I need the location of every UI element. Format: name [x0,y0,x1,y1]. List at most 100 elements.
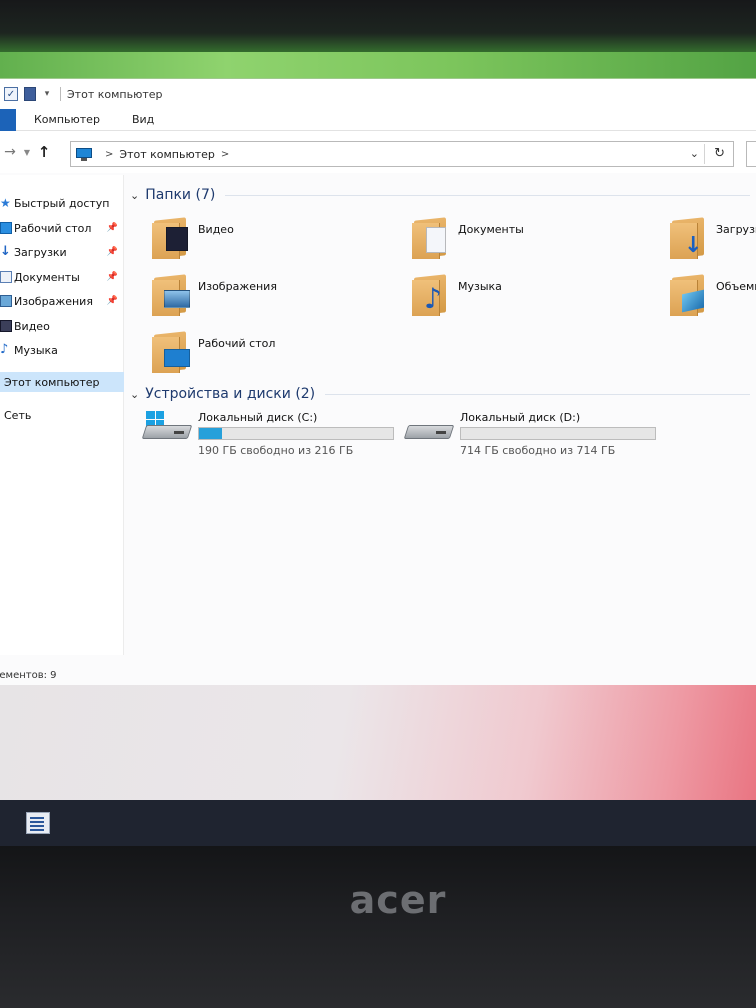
hard-drive-icon [403,411,456,451]
folder-label: Музыка [458,280,502,293]
ribbon-tabs: Компьютер Вид [0,108,756,131]
address-bar[interactable]: > Этот компьютер > ⌄ ↻ [70,141,734,167]
3d-objects-folder-icon [670,272,710,316]
sidebar-item-desktop[interactable]: Рабочий стол 📌 [0,218,124,238]
section-title: Устройства и диски (2) [145,386,316,402]
folder-label: Документы [458,223,524,236]
video-icon [0,320,12,332]
drive-c[interactable]: Локальный диск (C:) 190 ГБ свободно из 2… [141,411,394,461]
taskbar [0,800,756,846]
section-title: Папки (7) [145,187,216,203]
document-icon [0,271,12,283]
computer-icon [75,147,93,161]
drive-usage-fill [199,428,223,439]
screen-bezel-bottom [0,846,756,1008]
drives-section-header[interactable]: ⌄ Устройства и диски (2) [130,384,750,404]
sidebar-item-videos[interactable]: Видео [0,316,124,336]
sidebar-item-label: Документы [14,270,80,284]
sidebar-item-documents[interactable]: Документы 📌 [0,267,124,287]
address-divider [704,144,705,164]
sidebar-item-label: Этот компьютер [4,375,100,389]
music-icon: ♪ [0,342,9,357]
status-bar: Элементов: 9 [0,665,756,685]
desktop-icon [0,222,12,234]
drive-free-space: 714 ГБ свободно из 714 ГБ [460,444,616,457]
window-title: Этот компьютер [67,87,163,101]
sidebar-item-label: Быстрый доступ [14,196,110,210]
sidebar-item-label: Музыка [14,343,58,357]
pin-icon[interactable]: 📌 [107,272,118,282]
folder-videos[interactable]: Видео [152,215,402,265]
drive-usage-bar [198,427,394,440]
forward-arrow-icon[interactable]: → [0,144,20,160]
recent-locations-chevron-icon[interactable]: ▼ [20,148,34,157]
music-folder-icon: ♪ [412,272,452,316]
tab-view[interactable]: Вид [114,113,168,126]
download-icon: ↓ [0,244,11,259]
sidebar-item-label: Сеть [4,408,32,422]
breadcrumb-chevron-icon[interactable]: > [105,149,113,160]
folder-label: Загрузки [716,223,756,236]
item-count: Элементов: 9 [0,669,57,681]
navigation-bar: → ▼ ↑ > Этот компьютер > ⌄ ↻ [0,131,756,173]
laptop-brand-logo: acer [349,878,447,922]
sidebar-item-this-pc[interactable]: Этот компьютер [0,372,124,392]
folder-pictures[interactable]: Изображения [152,272,402,322]
breadcrumb-this-pc[interactable]: Этот компьютер [119,148,215,161]
documents-folder-icon [412,215,452,259]
folder-documents[interactable]: Документы [412,215,662,265]
file-tab[interactable] [0,108,16,131]
collapse-chevron-icon[interactable]: ⌄ [130,189,139,202]
sidebar-item-downloads[interactable]: ↓ Загрузки 📌 [0,242,124,262]
customize-toolbar-icon[interactable]: ▾ [42,87,52,101]
screen-bezel-top [0,0,756,60]
folder-music[interactable]: ♪ Музыка [412,272,662,322]
desktop-wallpaper [0,685,756,800]
title-bar: ✓ ▾ Этот компьютер [0,79,756,109]
tab-computer[interactable]: Компьютер [16,113,114,126]
folder-desktop[interactable]: Рабочий стол [152,329,402,379]
sidebar-item-label: Рабочий стол [14,221,92,235]
drive-d[interactable]: Локальный диск (D:) 714 ГБ свободно из 7… [403,411,656,461]
drive-name: Локальный диск (C:) [198,411,318,424]
collapse-chevron-icon[interactable]: ⌄ [130,388,139,401]
sidebar-item-label: Изображения [14,294,93,308]
refresh-icon[interactable]: ↻ [714,146,725,161]
folder-label: Объемные объекты [716,280,756,293]
sidebar-item-pictures[interactable]: Изображения 📌 [0,291,124,311]
sidebar-item-network[interactable]: Сеть [0,405,124,425]
search-input[interactable] [746,141,756,167]
folder-3d-objects[interactable]: Объемные объекты [670,272,756,322]
section-divider [225,194,750,196]
properties-icon[interactable]: ✓ [4,87,18,101]
sidebar-item-quick-access[interactable]: ★ Быстрый доступ [0,193,124,213]
image-icon [0,295,12,307]
drive-name: Локальный диск (D:) [460,411,581,424]
address-dropdown-icon[interactable]: ⌄ [690,147,699,160]
drive-usage-bar [460,427,656,440]
section-divider [325,393,750,395]
word-document-icon[interactable] [26,812,50,834]
drive-free-space: 190 ГБ свободно из 216 ГБ [198,444,354,457]
folder-downloads[interactable]: ↓ Загрузки [670,215,756,265]
downloads-folder-icon: ↓ [670,215,710,259]
folder-label: Рабочий стол [198,337,276,350]
folders-section-header[interactable]: ⌄ Папки (7) [130,185,750,205]
title-separator [60,87,61,101]
folder-label: Изображения [198,280,277,293]
new-folder-icon[interactable] [24,87,36,101]
video-folder-icon [152,215,192,259]
up-arrow-icon[interactable]: ↑ [34,143,54,161]
system-drive-icon [141,411,194,451]
sidebar-item-label: Загрузки [14,245,67,259]
sidebar-item-music[interactable]: ♪ Музыка [0,340,124,360]
star-icon: ★ [0,196,11,210]
desktop-folder-icon [152,329,192,373]
desktop-wallpaper-top [0,52,756,80]
breadcrumb-chevron-icon[interactable]: > [221,149,229,160]
sidebar-item-label: Видео [14,319,50,333]
pin-icon[interactable]: 📌 [107,247,118,257]
pin-icon[interactable]: 📌 [107,296,118,306]
file-explorer-window: ✓ ▾ Этот компьютер Компьютер Вид → ▼ ↑ >… [0,78,756,685]
pin-icon[interactable]: 📌 [107,223,118,233]
